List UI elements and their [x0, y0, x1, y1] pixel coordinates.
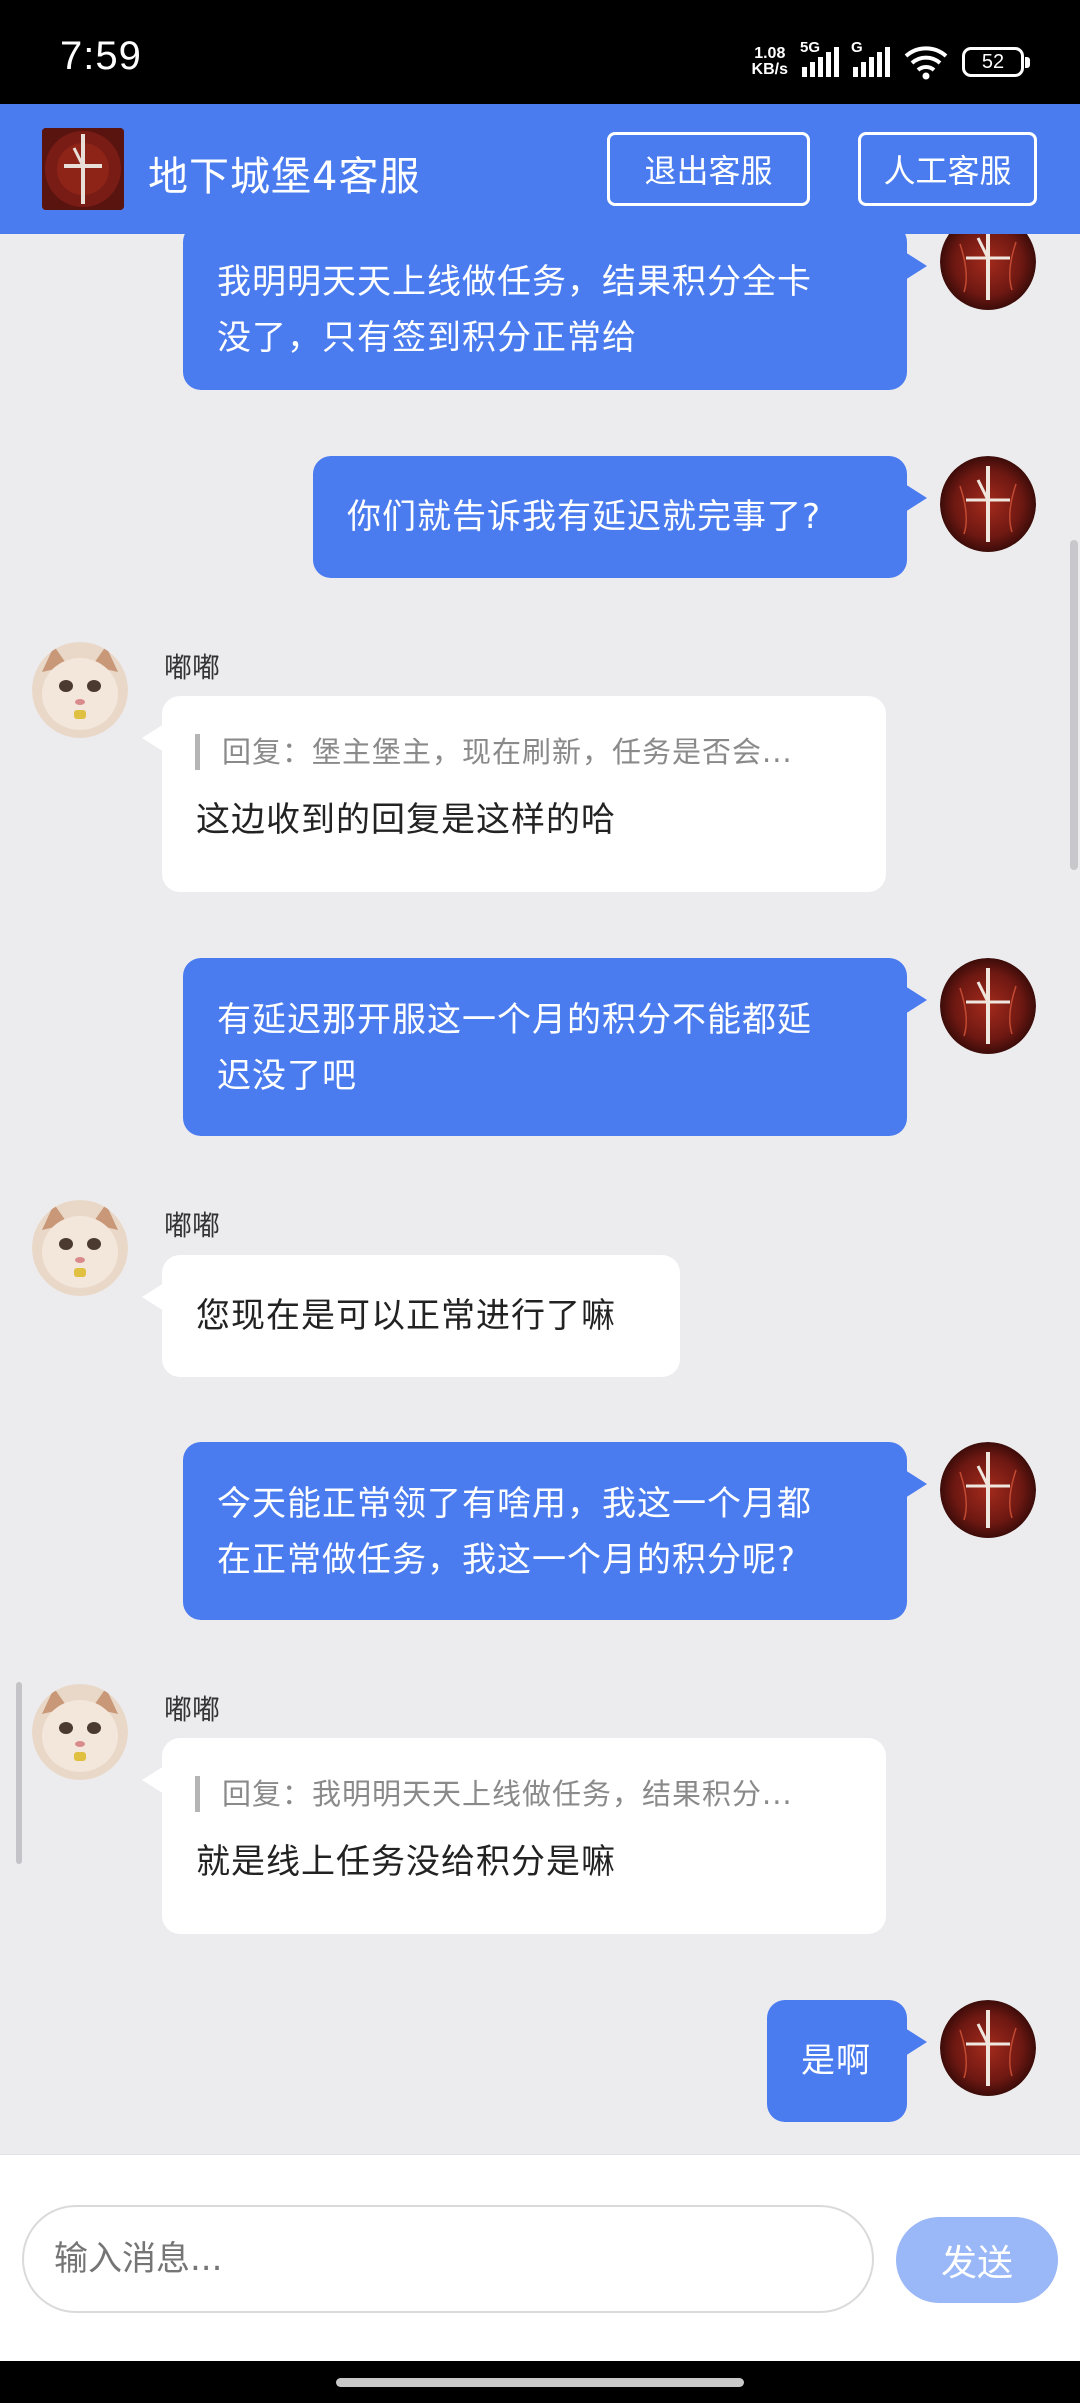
- message-bubble-me: 我明明天天上线做任务，结果积分全卡 没了，只有签到积分正常给: [183, 234, 927, 390]
- agent-avatar[interactable]: [32, 1200, 128, 1296]
- exit-support-button[interactable]: 退出客服: [607, 132, 810, 206]
- cat-avatar-icon: [32, 642, 128, 738]
- reply-quote[interactable]: 回复：我明明天天上线做任务，结果积分...: [195, 1776, 852, 1812]
- sender-name: 嘟嘟: [164, 1209, 221, 1242]
- human-support-button[interactable]: 人工客服: [858, 132, 1037, 206]
- message-bubble-me: 今天能正常领了有啥用，我这一个月都 在正常做任务，我这一个月的积分呢?: [183, 1442, 927, 1620]
- wifi-icon: [904, 46, 948, 80]
- game-emblem-icon: [940, 1442, 1036, 1538]
- game-emblem-icon: [940, 456, 1036, 552]
- status-bar: 7:59 1.08 KB/s 5G G 52: [0, 0, 1080, 104]
- cat-avatar-icon: [32, 1684, 128, 1780]
- agent-avatar[interactable]: [32, 1684, 128, 1780]
- agent-avatar[interactable]: [32, 642, 128, 738]
- scrollbar-thumb[interactable]: [1070, 540, 1078, 870]
- game-emblem-icon: [940, 234, 1036, 310]
- my-avatar[interactable]: [940, 1442, 1036, 1538]
- input-bar: 发送: [0, 2154, 1080, 2361]
- battery-icon: 52: [962, 47, 1030, 77]
- message-bubble-me: 有延迟那开服这一个月的积分不能都延 迟没了吧: [183, 958, 927, 1136]
- page-title: 地下城堡4客服: [148, 154, 421, 200]
- my-avatar[interactable]: [940, 456, 1036, 552]
- message-bubble-agent: 回复：我明明天天上线做任务，结果积分... 就是线上任务没给积分是嘛: [142, 1738, 886, 1934]
- cat-avatar-icon: [32, 1200, 128, 1296]
- sender-name: 嘟嘟: [164, 1693, 221, 1726]
- my-avatar[interactable]: [940, 958, 1036, 1054]
- message-bubble-me: 你们就告诉我有延迟就完事了?: [313, 456, 927, 578]
- message-bubble-agent: 您现在是可以正常进行了嘛: [142, 1255, 680, 1377]
- edge-indicator: [16, 1682, 22, 1864]
- nav-bar: [0, 2361, 1080, 2403]
- network-speed: 1.08 KB/s: [751, 45, 788, 78]
- sender-name: 嘟嘟: [164, 651, 221, 684]
- chat-header: 地下城堡4客服 退出客服 人工客服: [0, 104, 1080, 234]
- send-button[interactable]: 发送: [896, 2217, 1058, 2303]
- chat-list[interactable]: 我明明天天上线做任务，结果积分全卡 没了，只有签到积分正常给 你们就告诉我有延迟…: [0, 234, 1080, 2154]
- game-emblem-icon: [940, 2000, 1036, 2096]
- message-bubble-me: 是啊: [767, 2000, 927, 2122]
- reply-quote[interactable]: 回复：堡主堡主，现在刷新，任务是否会...: [195, 734, 852, 770]
- my-avatar[interactable]: [940, 2000, 1036, 2096]
- game-logo: [42, 128, 124, 210]
- game-emblem-icon: [940, 958, 1036, 1054]
- message-bubble-agent: 回复：堡主堡主，现在刷新，任务是否会... 这边收到的回复是这样的哈: [142, 696, 886, 892]
- cell-signal-icon-2: G: [851, 39, 890, 77]
- clock: 7:59: [60, 34, 142, 78]
- system-icons: 1.08 KB/s 5G G 52: [751, 39, 1030, 82]
- my-avatar[interactable]: [940, 234, 1036, 310]
- home-gesture-handle[interactable]: [336, 2378, 744, 2387]
- cell-signal-icon: 5G: [800, 39, 839, 77]
- message-input[interactable]: [22, 2205, 874, 2313]
